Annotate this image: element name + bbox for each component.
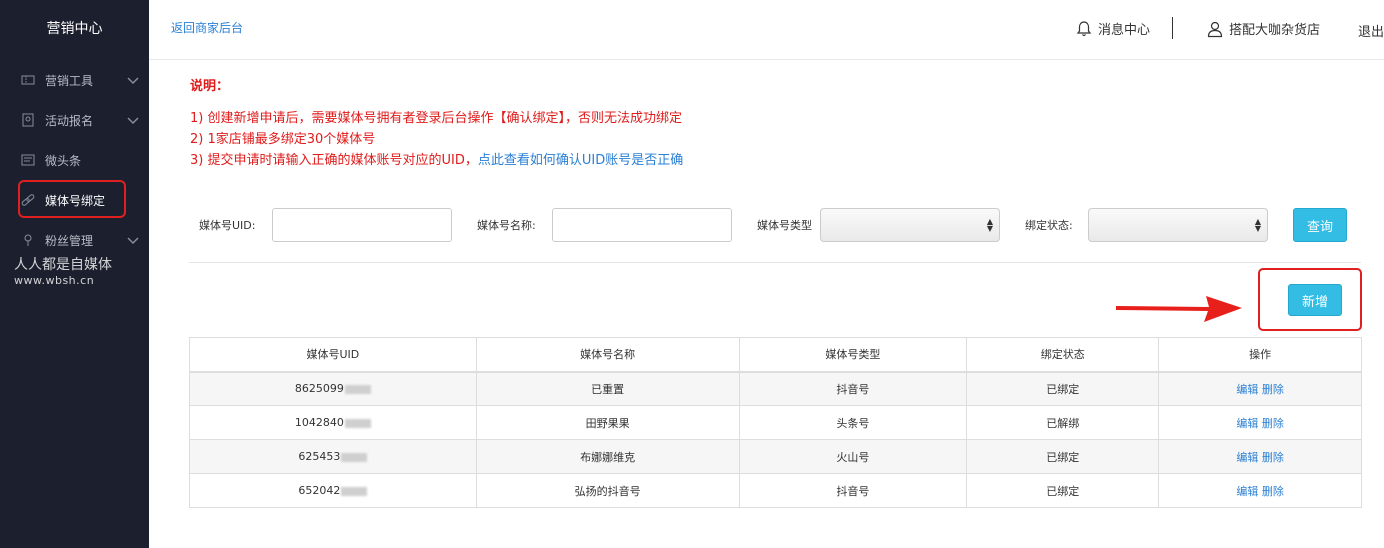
col-header-actions: 操作 [1158,337,1362,373]
name-filter-input[interactable] [552,208,732,242]
col-header-uid: 媒体号UID [189,337,477,373]
active-item-highlight [18,180,126,218]
cell-type: 头条号 [738,405,968,440]
cell-type: 抖音号 [738,371,968,406]
edit-link[interactable]: 编辑 [1236,485,1258,498]
col-header-name: 媒体号名称 [475,337,740,373]
chevron-down-icon [127,237,139,245]
table-row: 652042 弘扬的抖音号 抖音号 已绑定 编辑 删除 [189,473,1362,508]
type-filter-label: 媒体号类型 [757,219,812,232]
select-arrows-icon: ▲ ▼ [1254,217,1261,233]
cell-uid: 652042 [189,473,477,508]
table-row: 1042840 田野果果 头条号 已解绑 编辑 删除 [189,405,1362,440]
cell-name: 已重置 [475,371,740,406]
cell-uid: 8625099 [189,371,477,406]
uid-help-link[interactable]: 点此查看如何确认UID账号是否正确 [478,153,683,168]
note-line-3-text: 3) 提交申请时请输入正确的媒体账号对应的UID， [190,153,478,168]
media-binding-table: 媒体号UID 媒体号名称 媒体号类型 绑定状态 操作 8625099 已重置 抖… [189,337,1362,508]
logout-button[interactable]: 退出 [1358,21,1384,40]
cell-status: 已解绑 [966,405,1160,440]
sidebar-item-activity-signup[interactable]: 活动报名 [20,109,140,131]
delete-link[interactable]: 删除 [1262,417,1284,430]
flower-icon [20,233,36,247]
cell-status: 已绑定 [966,439,1160,474]
blurred-text [344,384,371,394]
uid-filter-label: 媒体号UID: [199,219,256,232]
store-account-button[interactable]: 搭配大咖杂货店 [1206,19,1320,38]
cell-name: 布娜娜维克 [475,439,740,474]
table-row: 8625099 已重置 抖音号 已绑定 编辑 删除 [189,371,1362,406]
cell-name: 弘扬的抖音号 [475,473,740,508]
status-filter-label: 绑定状态: [1025,219,1073,232]
table-row: 625453 布娜娜维克 火山号 已绑定 编辑 删除 [189,439,1362,474]
filter-divider [189,262,1361,263]
message-center-label: 消息中心 [1098,23,1151,38]
col-header-status: 绑定状态 [966,337,1160,373]
name-filter-label: 媒体号名称: [477,219,536,232]
delete-link[interactable]: 删除 [1262,383,1284,396]
cell-actions: 编辑 删除 [1158,473,1362,508]
delete-link[interactable]: 删除 [1262,451,1284,464]
sidebar: 营销中心 营销工具 活动报名 微头条 媒体号绑定 粉丝管理 人人都是自媒体 ww… [0,0,149,548]
cell-status: 已绑定 [966,473,1160,508]
edit-link[interactable]: 编辑 [1236,417,1258,430]
uid-filter-input[interactable] [272,208,452,242]
note-line-1: 1) 创建新增申请后，需要媒体号拥有者登录后台操作【确认绑定】，否则无法成功绑定 [190,111,682,126]
watermark: 人人都是自媒体 www.wbsh.cn [14,258,112,288]
delete-link[interactable]: 删除 [1262,485,1284,498]
chevron-down-icon [127,77,139,85]
bell-icon [1076,20,1092,36]
sidebar-item-micro-headline[interactable]: 微头条 [20,149,140,171]
store-name: 搭配大咖杂货店 [1229,23,1321,38]
user-icon [1207,21,1223,37]
watermark-line1: 人人都是自媒体 [14,257,112,273]
watermark-line2: www.wbsh.cn [14,274,95,287]
cell-uid: 625453 [189,439,477,474]
sidebar-item-label: 营销工具 [45,73,94,88]
red-arrow-annotation [1116,296,1242,322]
sidebar-item-label: 微头条 [45,153,82,168]
edit-link[interactable]: 编辑 [1236,383,1258,396]
blurred-text [341,486,368,496]
type-filter-select[interactable]: ▲ ▼ [820,208,1000,242]
badge-icon [20,113,36,127]
sidebar-item-fans-management[interactable]: 粉丝管理 [20,229,140,251]
sidebar-item-label: 粉丝管理 [45,233,94,248]
message-center-button[interactable]: 消息中心 [1075,19,1150,38]
back-to-merchant-link[interactable]: 返回商家后台 [171,19,243,36]
message-icon [20,153,36,167]
note-line-2: 2) 1家店铺最多绑定30个媒体号 [190,132,376,147]
cell-uid: 1042840 [189,405,477,440]
blurred-text [341,452,368,462]
cell-type: 火山号 [738,439,968,474]
col-header-type: 媒体号类型 [738,337,968,373]
add-button[interactable]: 新增 [1288,284,1342,316]
ticket-icon [20,73,36,87]
sidebar-title: 营销中心 [46,21,103,37]
query-button[interactable]: 查询 [1293,208,1347,242]
blurred-text [344,418,371,428]
table-header-row: 媒体号UID 媒体号名称 媒体号类型 绑定状态 操作 [189,337,1362,373]
sidebar-item-label: 活动报名 [45,113,94,128]
select-arrows-icon: ▲ ▼ [986,217,993,233]
topbar: 返回商家后台 消息中心 搭配大咖杂货店 退出 [149,0,1384,60]
status-filter-select[interactable]: ▲ ▼ [1088,208,1268,242]
cell-status: 已绑定 [966,371,1160,406]
notes-title: 说明： [190,79,230,94]
cell-actions: 编辑 删除 [1158,371,1362,406]
edit-link[interactable]: 编辑 [1236,451,1258,464]
cell-actions: 编辑 删除 [1158,439,1362,474]
sidebar-item-marketing-tools[interactable]: 营销工具 [20,69,140,91]
cell-name: 田野果果 [475,405,740,440]
topbar-separator [1172,17,1173,39]
note-line-3: 3) 提交申请时请输入正确的媒体账号对应的UID，点此查看如何确认UID账号是否… [190,149,683,168]
cell-actions: 编辑 删除 [1158,405,1362,440]
cell-type: 抖音号 [738,473,968,508]
chevron-down-icon [127,117,139,125]
